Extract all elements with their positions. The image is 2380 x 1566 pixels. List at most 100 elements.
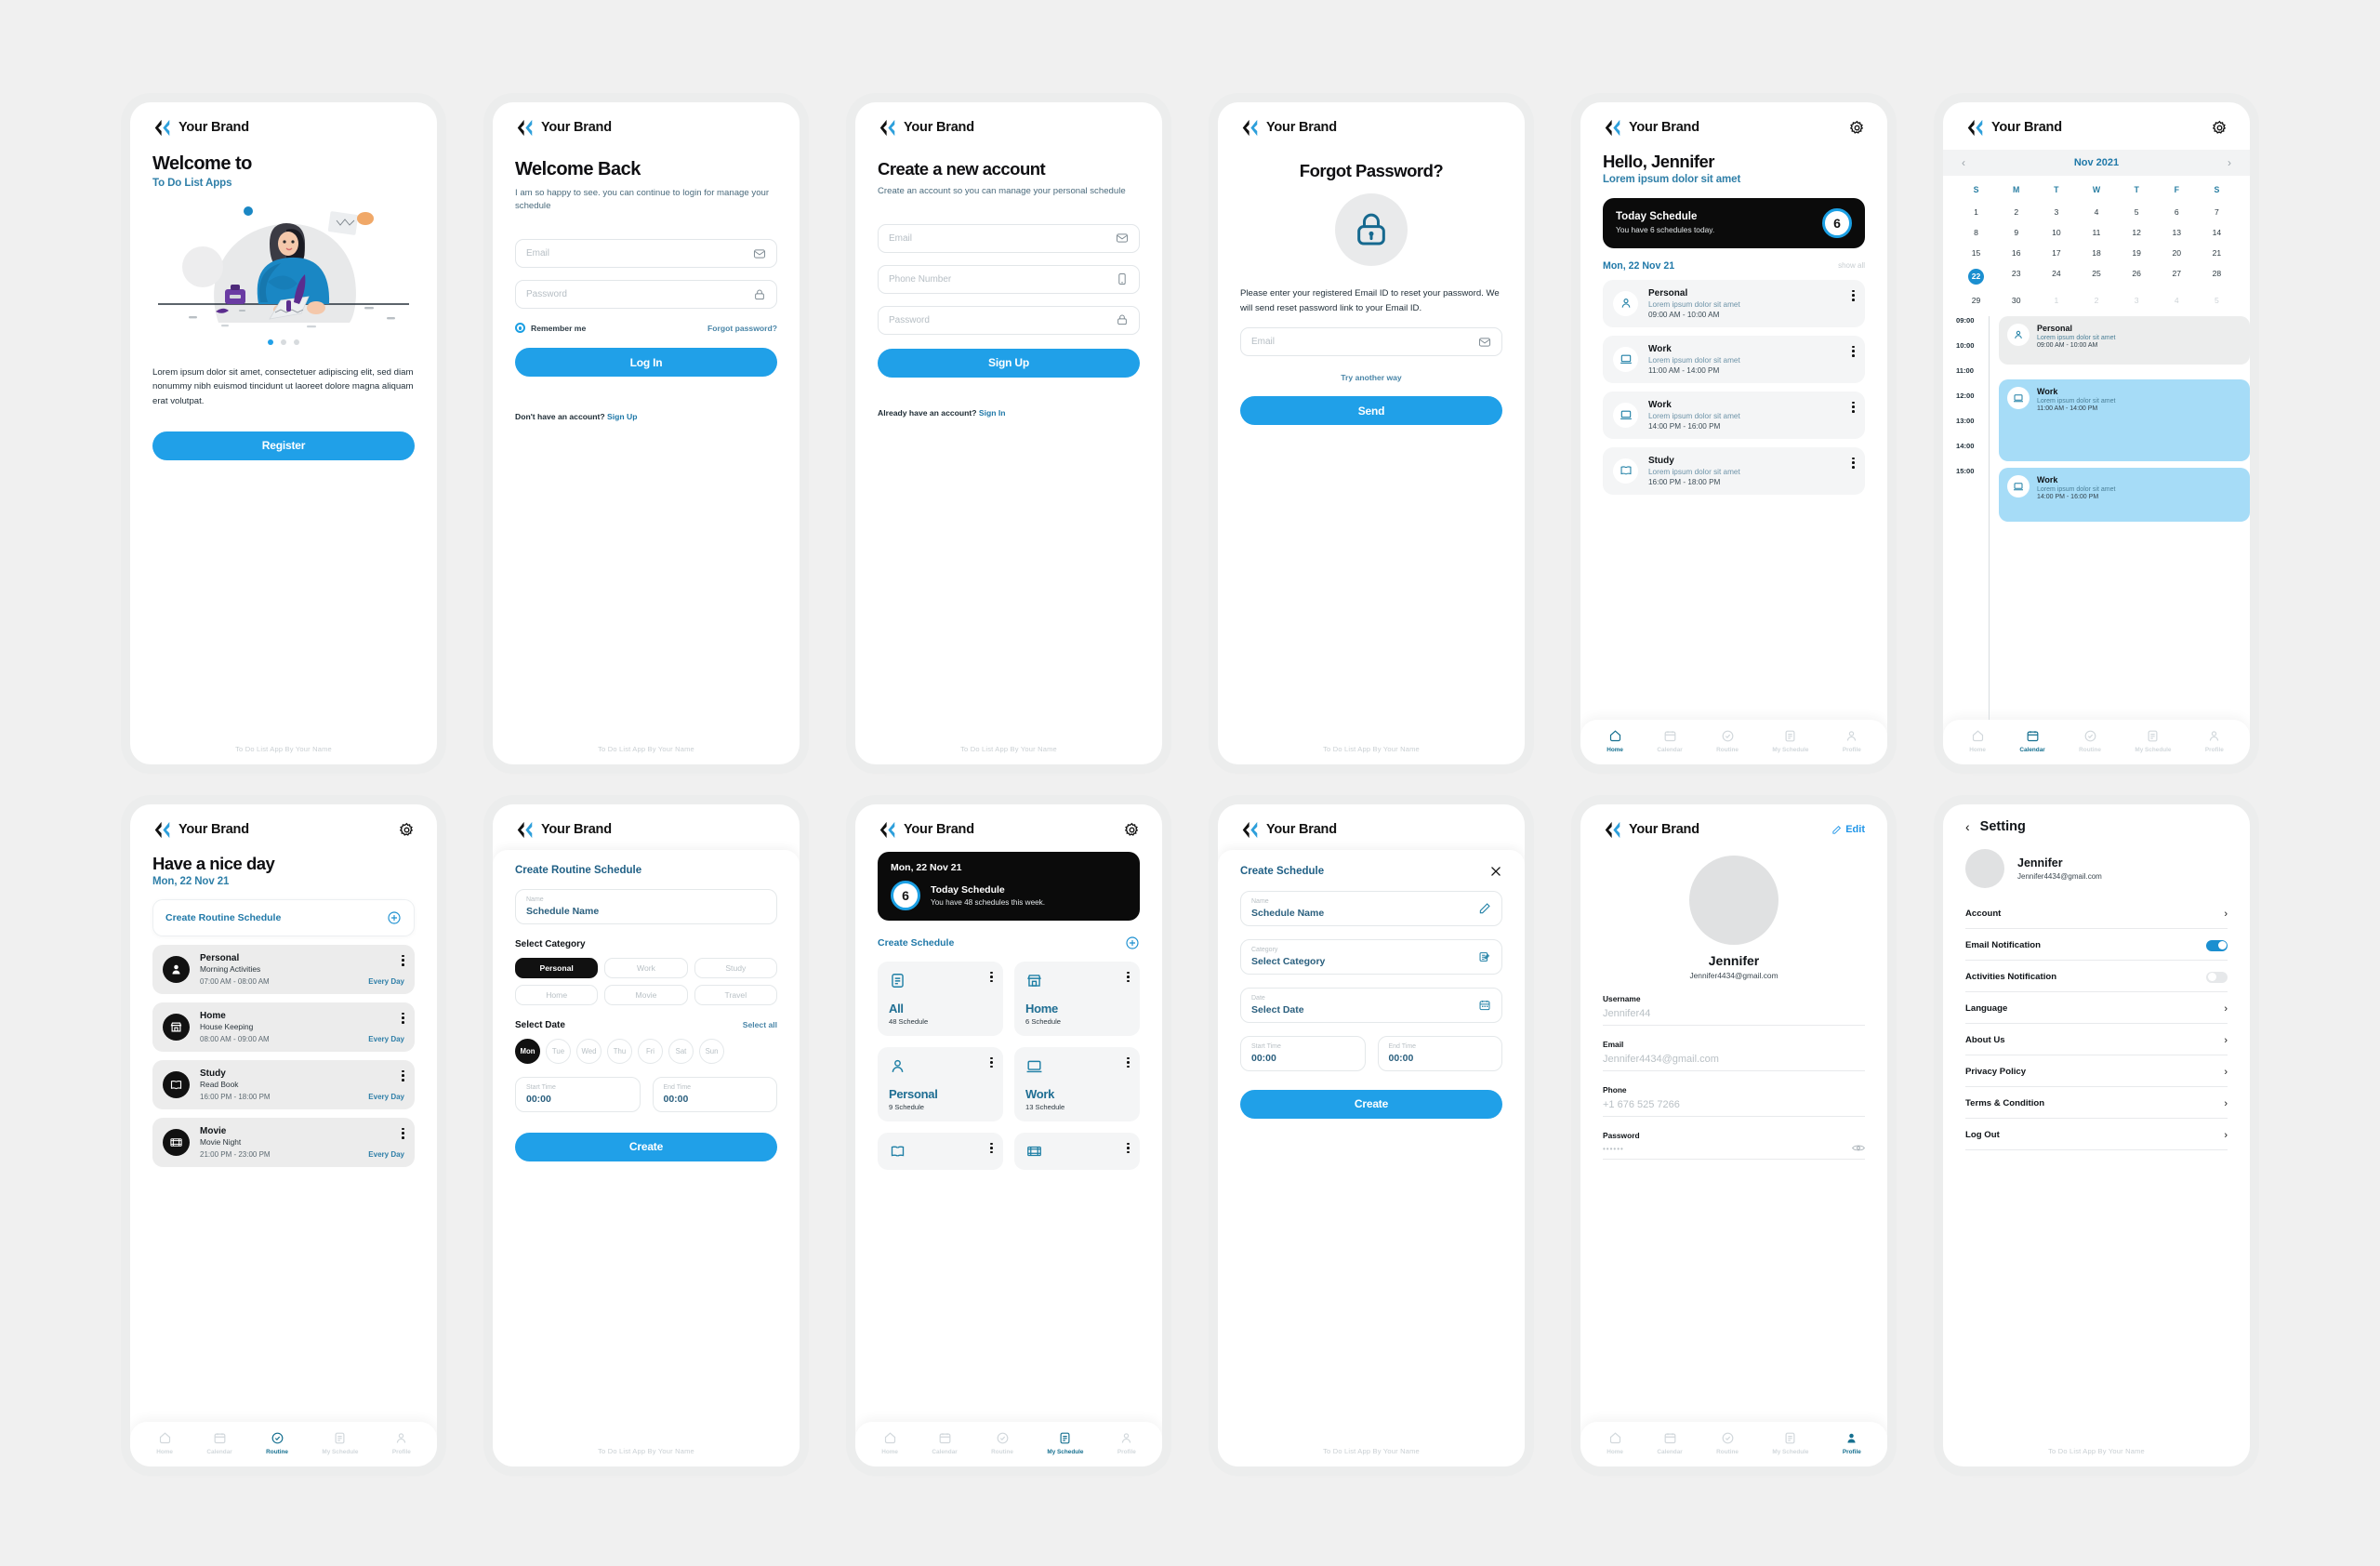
nav-item-profile[interactable]: Profile (1117, 1431, 1136, 1455)
day-chip-sun[interactable]: Sun (699, 1038, 724, 1064)
remember-me-group[interactable]: Remember me (515, 323, 586, 334)
calendar-day[interactable]: 16 (1996, 245, 2036, 261)
settings-row-account[interactable]: Account › (1965, 897, 2228, 929)
more-options-icon[interactable] (990, 971, 993, 983)
nav-item-routine[interactable]: Routine (991, 1431, 1013, 1455)
category-chip-home[interactable]: Home (515, 984, 599, 1005)
nav-item-my-schedule[interactable]: My Schedule (1772, 1431, 1808, 1455)
calendar-day[interactable]: 18 (2076, 245, 2116, 261)
username-field[interactable]: Username Jennifer44 (1603, 994, 1865, 1026)
gear-icon[interactable] (2212, 120, 2228, 136)
settings-row-activities-notification[interactable]: Activities Notification (1965, 961, 2228, 992)
schedule-item[interactable]: Study Lorem ipsum dolor sit amet 16:00 P… (1603, 446, 1865, 495)
day-chip-wed[interactable]: Wed (576, 1038, 602, 1064)
calendar-day[interactable]: 1 (1956, 204, 1996, 220)
more-options-icon[interactable] (402, 1012, 404, 1024)
nav-item-profile[interactable]: Profile (2205, 729, 2224, 753)
day-chip-tue[interactable]: Tue (546, 1038, 571, 1064)
carousel-dot-2[interactable] (281, 338, 286, 345)
start-time-field[interactable]: Start Time 00:00 (1240, 1035, 1366, 1071)
calendar-day[interactable]: 4 (2076, 204, 2116, 220)
more-options-icon[interactable] (402, 954, 404, 966)
nav-item-routine[interactable]: Routine (2079, 729, 2101, 753)
routine-item[interactable]: Personal Morning Activities 07:00 AM - 0… (152, 944, 415, 994)
nav-item-profile[interactable]: Profile (1843, 729, 1861, 753)
category-card-study[interactable] (878, 1132, 1003, 1170)
day-chip-thu[interactable]: Thu (607, 1038, 632, 1064)
today-schedule-card[interactable]: Today Schedule You have 6 schedules toda… (1603, 197, 1865, 248)
calendar-day[interactable]: 2 (2076, 292, 2116, 309)
show-all-link[interactable]: show all (1838, 261, 1865, 270)
remember-me-radio[interactable] (515, 323, 525, 334)
edit-profile-button[interactable]: Edit (1831, 824, 1865, 835)
carousel-dots[interactable] (130, 338, 437, 345)
category-chip-personal[interactable]: Personal (515, 957, 599, 978)
avatar[interactable] (1689, 855, 1778, 945)
settings-row-language[interactable]: Language › (1965, 992, 2228, 1024)
more-options-icon[interactable] (1127, 971, 1130, 983)
settings-row-privacy-policy[interactable]: Privacy Policy › (1965, 1055, 2228, 1087)
category-chip-movie[interactable]: Movie (604, 984, 688, 1005)
more-options-icon[interactable] (402, 1127, 404, 1139)
calendar-day[interactable]: 3 (2117, 292, 2157, 309)
more-options-icon[interactable] (990, 1056, 993, 1068)
create-schedule-row[interactable]: Create Schedule (878, 936, 1140, 950)
category-card-movie[interactable] (1014, 1132, 1140, 1170)
category-chip-work[interactable]: Work (604, 957, 688, 978)
nav-item-my-schedule[interactable]: My Schedule (322, 1431, 358, 1455)
day-chip-mon[interactable]: Mon (515, 1038, 540, 1064)
nav-item-routine[interactable]: Routine (1716, 1431, 1739, 1455)
settings-row-terms[interactable]: Terms & Condition › (1965, 1087, 2228, 1119)
email-field[interactable]: Email (1240, 327, 1502, 357)
calendar-day-selected[interactable]: 22 (1956, 265, 1996, 288)
calendar-day[interactable]: 6 (2157, 204, 2197, 220)
calendar-day[interactable]: 21 (2197, 245, 2237, 261)
select-all-link[interactable]: Select all (743, 1020, 777, 1029)
schedule-name-field[interactable]: Name Schedule Name (515, 888, 777, 924)
nav-item-calendar[interactable]: Calendar (932, 1431, 958, 1455)
email-field[interactable]: Email (515, 239, 777, 269)
eye-icon[interactable] (1852, 1144, 1865, 1152)
day-chip-sat[interactable]: Sat (668, 1038, 694, 1064)
calendar-day[interactable]: 5 (2117, 204, 2157, 220)
calendar-day[interactable]: 23 (1996, 265, 2036, 288)
more-options-icon[interactable] (1127, 1142, 1130, 1154)
calendar-day[interactable]: 4 (2157, 292, 2197, 309)
calendar-day[interactable]: 30 (1996, 292, 2036, 309)
calendar-day[interactable]: 1 (2036, 292, 2076, 309)
create-routine-schedule-button[interactable]: Create Routine Schedule (152, 898, 415, 936)
routine-item[interactable]: Home House Keeping 08:00 AM - 09:00 AM E… (152, 1002, 415, 1052)
settings-profile-row[interactable]: Jennifer Jennifer4434@gmail.com (1943, 848, 2250, 888)
timeline-event[interactable]: Personal Lorem ipsum dolor sit amet 09:0… (1999, 315, 2250, 365)
category-card-home[interactable]: Home 6 Schedule (1014, 961, 1140, 1036)
phone-field[interactable]: Phone Number (878, 264, 1140, 294)
nav-item-calendar[interactable]: Calendar (1657, 729, 1683, 753)
more-options-icon[interactable] (1852, 457, 1855, 469)
calendar-day[interactable]: 10 (2036, 224, 2076, 241)
nav-item-my-schedule[interactable]: My Schedule (2135, 729, 2171, 753)
email-field[interactable]: Email (878, 223, 1140, 253)
email-field[interactable]: Email Jennifer4434@gmail.com (1603, 1040, 1865, 1071)
category-chip-travel[interactable]: Travel (694, 984, 777, 1005)
calendar-day[interactable]: 29 (1956, 292, 1996, 309)
nav-item-calendar[interactable]: Calendar (1657, 1431, 1683, 1455)
calendar-day[interactable]: 27 (2157, 265, 2197, 288)
login-button[interactable]: Log In (515, 348, 777, 378)
email-notification-toggle[interactable] (2206, 939, 2228, 951)
calendar-day[interactable]: 5 (2197, 292, 2237, 309)
nav-item-home[interactable]: Home (156, 1431, 173, 1455)
gear-icon[interactable] (1849, 120, 1865, 136)
settings-row-email-notification[interactable]: Email Notification (1965, 929, 2228, 961)
calendar-icon[interactable] (1478, 999, 1491, 1012)
more-options-icon[interactable] (1127, 1056, 1130, 1068)
calendar-day[interactable]: 8 (1956, 224, 1996, 241)
register-button[interactable]: Register (152, 431, 415, 460)
nav-item-calendar[interactable]: Calendar (2019, 729, 2045, 753)
calendar-day[interactable]: 7 (2197, 204, 2237, 220)
phone-field[interactable]: Phone +1 676 525 7266 (1603, 1085, 1865, 1117)
routine-item[interactable]: Movie Movie Night 21:00 PM - 23:00 PM Ev… (152, 1117, 415, 1167)
schedule-item[interactable]: Personal Lorem ipsum dolor sit amet 09:0… (1603, 279, 1865, 327)
plus-circle-icon[interactable] (1125, 936, 1140, 950)
day-chip-fri[interactable]: Fri (638, 1038, 663, 1064)
try-another-way-link[interactable]: Try another way (1341, 373, 1401, 382)
